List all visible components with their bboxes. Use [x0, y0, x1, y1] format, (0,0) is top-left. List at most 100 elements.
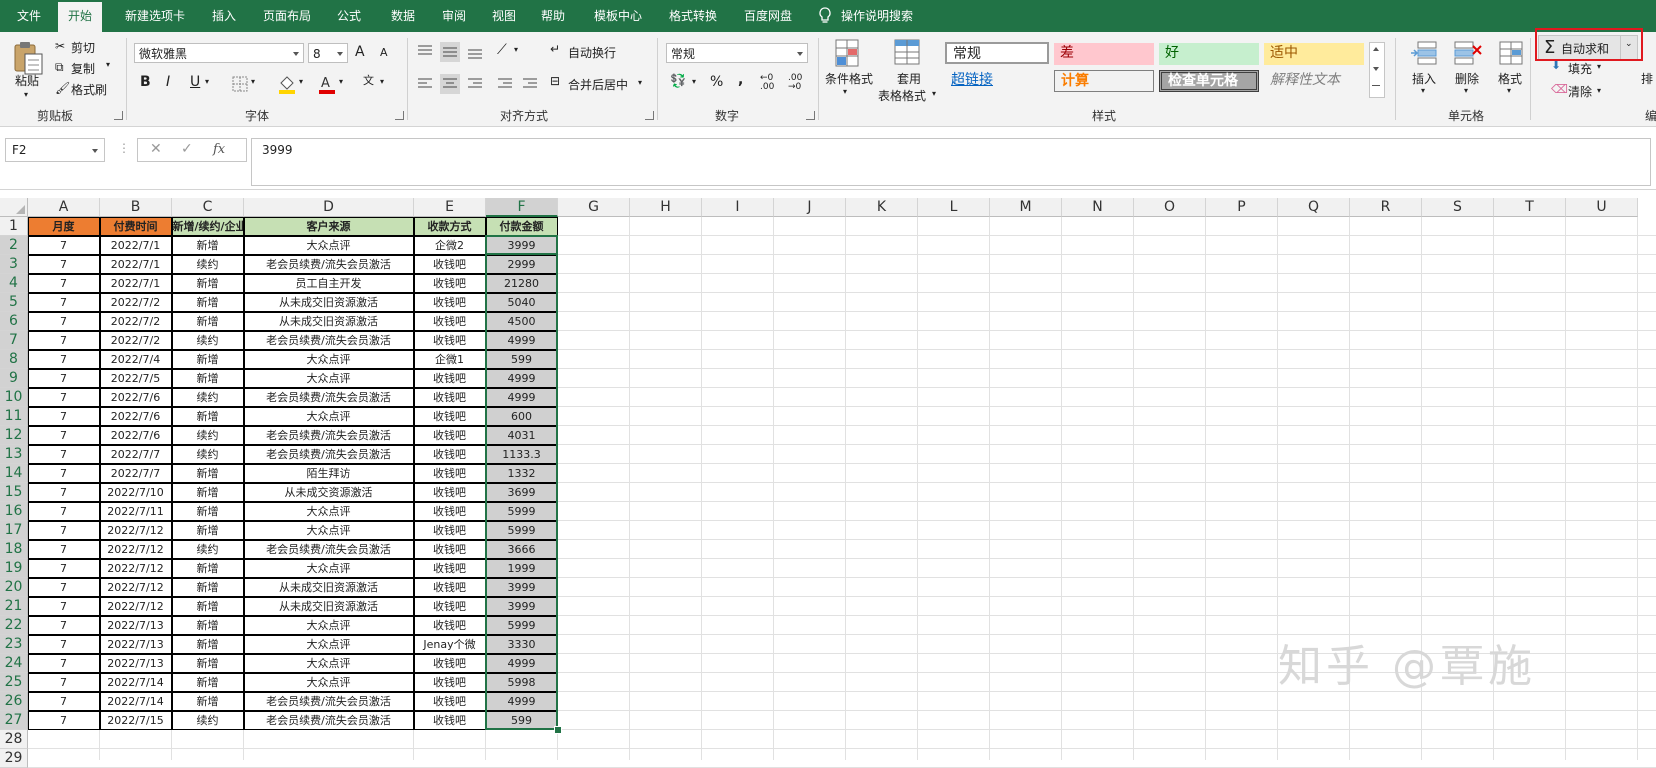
tab-6[interactable]: 数据: [381, 0, 425, 32]
cell-C14[interactable]: 新增: [171, 463, 244, 483]
cell-E11[interactable]: 收钱吧: [413, 406, 486, 426]
row-header-7[interactable]: 7: [0, 331, 28, 350]
cell-F18[interactable]: 3666: [485, 539, 558, 559]
cell-E19[interactable]: 收钱吧: [413, 558, 486, 578]
cell-F9[interactable]: 4999: [485, 368, 558, 388]
insert-cells-button[interactable]: 插入: [1412, 70, 1436, 87]
cell-B11[interactable]: 2022/7/6: [99, 406, 172, 426]
column-header-E[interactable]: E: [414, 198, 486, 217]
cell-E4[interactable]: 收钱吧: [413, 273, 486, 293]
cell-C9[interactable]: 新增: [171, 368, 244, 388]
cell-A20[interactable]: 7: [27, 577, 100, 597]
cell-A3[interactable]: 7: [27, 254, 100, 274]
accounting-dropdown-icon[interactable]: ▾: [692, 77, 696, 86]
clipboard-dialog-launcher[interactable]: [114, 111, 123, 120]
cell-B12[interactable]: 2022/7/6: [99, 425, 172, 445]
cell-A12[interactable]: 7: [27, 425, 100, 445]
header-cell-C[interactable]: 新增/续约/企业: [171, 216, 244, 236]
cell-C10[interactable]: 续约: [171, 387, 244, 407]
row-header-8[interactable]: 8: [0, 350, 28, 369]
cell-B23[interactable]: 2022/7/13: [99, 634, 172, 654]
row-header-24[interactable]: 24: [0, 654, 28, 673]
style-calculation[interactable]: 计算: [1054, 70, 1154, 92]
cell-D21[interactable]: 从未成交旧资源激活: [243, 596, 414, 616]
insert-function-button[interactable]: fx: [213, 142, 225, 157]
font-size-dropdown[interactable]: 8: [308, 43, 348, 63]
styles-gallery-scroll[interactable]: [1369, 42, 1385, 98]
cut-icon[interactable]: ✂: [55, 39, 65, 53]
cell-F12[interactable]: 4031: [485, 425, 558, 445]
delete-cells-button[interactable]: 删除: [1455, 70, 1479, 87]
cell-F10[interactable]: 4999: [485, 387, 558, 407]
row-header-2[interactable]: 2: [0, 236, 28, 255]
tab-11[interactable]: 格式转换: [658, 0, 728, 32]
cell-C17[interactable]: 新增: [171, 520, 244, 540]
cell-D20[interactable]: 从未成交旧资源激活: [243, 577, 414, 597]
cell-C5[interactable]: 新增: [171, 292, 244, 312]
cell-D12[interactable]: 老会员续费/流失会员激活: [243, 425, 414, 445]
cell-B22[interactable]: 2022/7/13: [99, 615, 172, 635]
cell-D18[interactable]: 老会员续费/流失会员激活: [243, 539, 414, 559]
cell-C19[interactable]: 新增: [171, 558, 244, 578]
tab-3[interactable]: 插入: [204, 0, 244, 32]
cell-C11[interactable]: 新增: [171, 406, 244, 426]
column-header-U[interactable]: U: [1566, 198, 1638, 217]
tab-4[interactable]: 页面布局: [252, 0, 322, 32]
cell-C22[interactable]: 新增: [171, 615, 244, 635]
format-painter-button[interactable]: 格式刷: [71, 81, 107, 98]
cell-D14[interactable]: 陌生拜访: [243, 463, 414, 483]
tab-8[interactable]: 视图: [484, 0, 524, 32]
cell-B5[interactable]: 2022/7/2: [99, 292, 172, 312]
cell-E23[interactable]: Jenay个微: [413, 634, 486, 654]
cell-D27[interactable]: 老会员续费/流失会员激活: [243, 710, 414, 730]
font-family-dropdown[interactable]: 微软雅黑: [134, 43, 304, 63]
cell-E24[interactable]: 收钱吧: [413, 653, 486, 673]
wrap-text-icon[interactable]: ↵: [550, 42, 560, 56]
cell-A15[interactable]: 7: [27, 482, 100, 502]
row-header-23[interactable]: 23: [0, 635, 28, 654]
copy-icon[interactable]: ⧉: [55, 60, 64, 75]
delete-cells-dropdown-icon[interactable]: ▾: [1464, 86, 1468, 95]
tab-12[interactable]: 百度网盘: [733, 0, 803, 32]
cell-F25[interactable]: 5998: [485, 672, 558, 692]
cell-C8[interactable]: 新增: [171, 349, 244, 369]
copy-button[interactable]: 复制: [71, 60, 95, 77]
cell-D7[interactable]: 老会员续费/流失会员激活: [243, 330, 414, 350]
cell-D5[interactable]: 从未成交旧资源激活: [243, 292, 414, 312]
cell-D15[interactable]: 从未成交资源激活: [243, 482, 414, 502]
number-format-dropdown[interactable]: 常规: [666, 43, 808, 63]
cell-C2[interactable]: 新增: [171, 235, 244, 255]
paste-button[interactable]: 粘贴: [15, 72, 39, 89]
cell-A22[interactable]: 7: [27, 615, 100, 635]
insert-cells-icon[interactable]: [1410, 38, 1440, 68]
fill-dropdown-icon[interactable]: ▾: [1597, 62, 1601, 71]
column-header-Q[interactable]: Q: [1278, 198, 1350, 217]
row-header-12[interactable]: 12: [0, 426, 28, 445]
cell-B17[interactable]: 2022/7/12: [99, 520, 172, 540]
cell-B16[interactable]: 2022/7/11: [99, 501, 172, 521]
cell-A18[interactable]: 7: [27, 539, 100, 559]
decrease-decimal-icon[interactable]: .00 →0: [788, 74, 802, 92]
fill-color-icon[interactable]: [278, 74, 296, 94]
row-header-11[interactable]: 11: [0, 407, 28, 426]
column-header-T[interactable]: T: [1494, 198, 1566, 217]
column-header-F[interactable]: F: [486, 198, 558, 217]
cell-F24[interactable]: 4999: [485, 653, 558, 673]
cell-C12[interactable]: 续约: [171, 425, 244, 445]
cell-E27[interactable]: 收钱吧: [413, 710, 486, 730]
cell-E9[interactable]: 收钱吧: [413, 368, 486, 388]
cell-C25[interactable]: 新增: [171, 672, 244, 692]
increase-decimal-icon[interactable]: ←0.00: [760, 74, 774, 92]
merge-center-icon[interactable]: ⊟: [550, 74, 560, 88]
format-cells-icon[interactable]: [1496, 38, 1526, 68]
cell-B19[interactable]: 2022/7/12: [99, 558, 172, 578]
row-header-3[interactable]: 3: [0, 255, 28, 274]
format-cells-button[interactable]: 格式: [1498, 70, 1522, 87]
row-header-6[interactable]: 6: [0, 312, 28, 331]
column-header-M[interactable]: M: [990, 198, 1062, 217]
cell-A27[interactable]: 7: [27, 710, 100, 730]
cell-C6[interactable]: 新增: [171, 311, 244, 331]
cell-B27[interactable]: 2022/7/15: [99, 710, 172, 730]
style-normal[interactable]: 常规: [945, 42, 1049, 64]
cell-D13[interactable]: 老会员续费/流失会员激活: [243, 444, 414, 464]
